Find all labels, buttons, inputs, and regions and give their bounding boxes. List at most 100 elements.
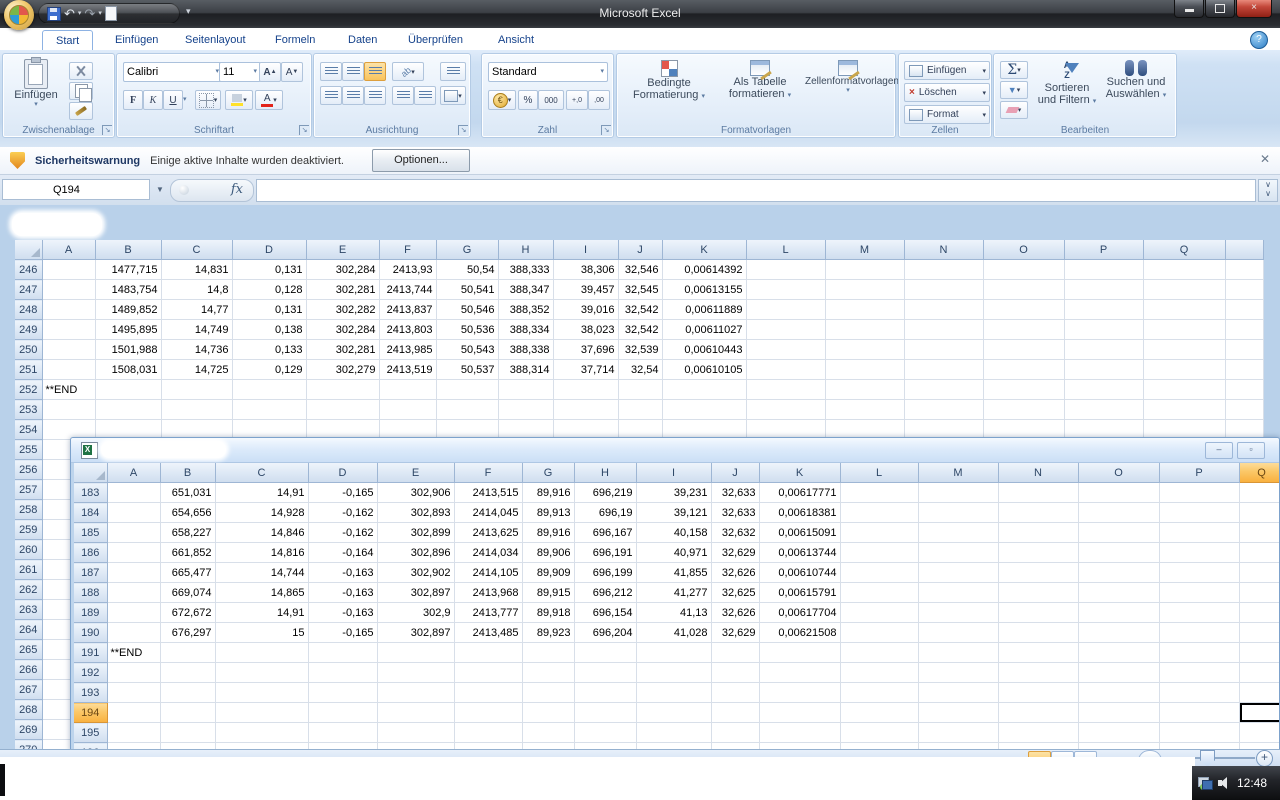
comma-style-button[interactable]: 000 [538,90,564,110]
cell[interactable] [42,280,95,300]
cell[interactable]: 1508,031 [95,360,161,380]
cell[interactable] [1239,663,1280,683]
cell[interactable] [1064,260,1143,280]
cell[interactable] [215,723,308,743]
borders-button[interactable]: ▾ [195,90,221,110]
cell[interactable]: 651,031 [160,483,215,503]
column-header[interactable]: O [1078,463,1159,483]
cell[interactable] [574,663,636,683]
cell[interactable] [840,643,918,663]
cell[interactable]: 0,00611889 [662,300,746,320]
cell[interactable]: 50,546 [436,300,498,320]
cell[interactable] [918,563,998,583]
formula-input[interactable] [256,179,1256,202]
cell[interactable]: 89,923 [522,623,574,643]
column-header[interactable]: I [636,463,711,483]
cell[interactable] [918,703,998,723]
row-header[interactable]: 260 [15,540,42,560]
row-header[interactable]: 192 [74,663,107,683]
cell[interactable]: 50,537 [436,360,498,380]
cell[interactable] [454,663,522,683]
accounting-format-button[interactable]: €▾ [488,90,516,110]
cell[interactable]: 0,00617704 [759,603,840,623]
cell[interactable] [454,683,522,703]
cell[interactable] [825,320,904,340]
cell[interactable] [215,663,308,683]
column-header[interactable]: Q [1143,240,1225,260]
cell[interactable] [1159,643,1239,663]
cell[interactable] [983,400,1064,420]
cell[interactable] [840,483,918,503]
cell[interactable]: 0,00610443 [662,340,746,360]
cell[interactable] [1239,483,1280,503]
cell[interactable] [918,643,998,663]
cell[interactable] [107,603,160,623]
cell[interactable]: 39,457 [553,280,618,300]
column-header[interactable] [1225,240,1263,260]
cell[interactable]: 661,852 [160,543,215,563]
column-header[interactable]: C [161,240,232,260]
cell[interactable]: 1477,715 [95,260,161,280]
cell[interactable] [918,503,998,523]
cell[interactable]: -0,164 [308,543,377,563]
insert-function-button[interactable]: fx [170,179,254,202]
cell[interactable] [1078,523,1159,543]
cell[interactable]: 302,9 [377,603,454,623]
cut-button[interactable] [69,62,93,80]
cell[interactable] [1078,623,1159,643]
cell[interactable] [522,663,574,683]
cell[interactable] [636,723,711,743]
cell[interactable]: 2413,985 [379,340,436,360]
cell[interactable] [998,663,1078,683]
cell[interactable]: 1489,852 [95,300,161,320]
cell[interactable]: 676,297 [160,623,215,643]
cell[interactable] [1239,523,1280,543]
options-button[interactable]: Optionen... [372,149,470,172]
cell[interactable]: 2414,105 [454,563,522,583]
cell[interactable]: 1501,988 [95,340,161,360]
cell[interactable] [840,623,918,643]
cell[interactable] [998,583,1078,603]
column-header[interactable]: M [918,463,998,483]
cell[interactable] [998,723,1078,743]
cell[interactable] [825,360,904,380]
cell[interactable]: 32,626 [711,603,759,623]
font-dialog-launcher-icon[interactable]: ↘ [299,125,309,135]
increase-decimal-button[interactable]: +,0 [566,90,588,110]
cell[interactable] [746,380,825,400]
cell[interactable] [1239,543,1280,563]
cell[interactable] [215,643,308,663]
cell[interactable]: 0,00617771 [759,483,840,503]
cell[interactable] [918,523,998,543]
cell[interactable]: 89,916 [522,483,574,503]
cell[interactable] [998,683,1078,703]
cell[interactable]: 14,736 [161,340,232,360]
cell[interactable]: 50,541 [436,280,498,300]
cell[interactable] [107,563,160,583]
cell[interactable] [983,380,1064,400]
cell[interactable] [232,380,306,400]
cell[interactable]: 38,306 [553,260,618,280]
cell[interactable]: 15 [215,623,308,643]
cell[interactable]: 0,00615791 [759,583,840,603]
tab-daten[interactable]: Daten [335,30,390,50]
tab-formeln[interactable]: Formeln [262,30,328,50]
cell[interactable] [308,683,377,703]
cell[interactable] [1078,483,1159,503]
cell[interactable] [161,380,232,400]
cell[interactable] [1078,563,1159,583]
number-dialog-launcher-icon[interactable]: ↘ [601,125,611,135]
cell[interactable]: 0,00613744 [759,543,840,563]
cell[interactable] [825,400,904,420]
align-bottom-button[interactable] [364,62,386,81]
cell[interactable]: -0,163 [308,603,377,623]
row-header[interactable]: 185 [74,523,107,543]
cell[interactable]: 32,539 [618,340,662,360]
cell[interactable] [1225,280,1263,300]
tab-einfuegen[interactable]: Einfügen [102,30,171,50]
cell[interactable] [840,563,918,583]
cell[interactable]: -0,165 [308,623,377,643]
cell[interactable] [1143,400,1225,420]
cell[interactable] [825,260,904,280]
cell[interactable]: 14,91 [215,483,308,503]
